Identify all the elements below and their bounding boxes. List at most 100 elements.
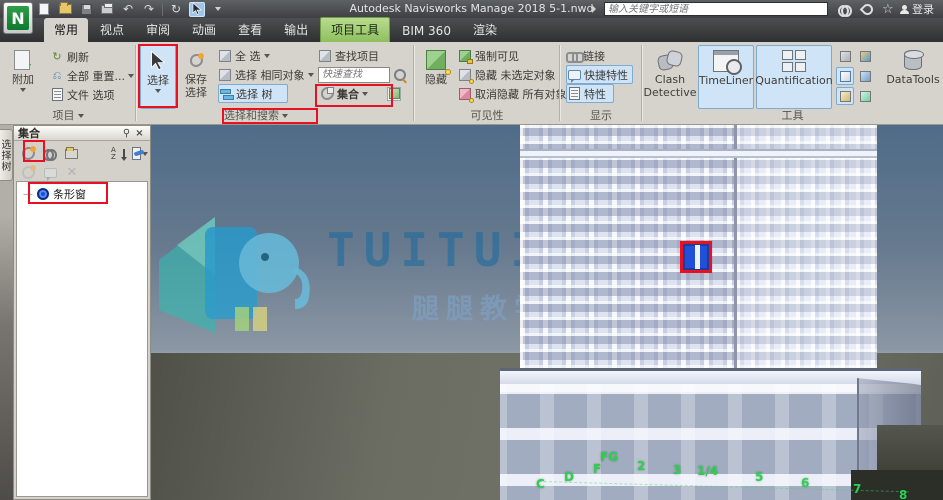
satellite-dish-icon	[860, 1, 876, 17]
navisworks-window: ↶ ↷ ↻ Autodesk Navisworks Manage 2018 5-…	[0, 0, 943, 500]
help-search-input[interactable]	[604, 2, 828, 16]
group-label-display[interactable]: 显示	[560, 107, 642, 123]
tab-review[interactable]: 审阅	[136, 18, 180, 42]
new-folder-button[interactable]: +	[64, 146, 80, 162]
group-label-select-search[interactable]: 选择和搜索	[196, 107, 316, 123]
tree-item-set[interactable]: — 条形窗	[17, 182, 147, 204]
save-selection-as-set-button[interactable]	[20, 146, 36, 162]
import-export-icon	[132, 147, 141, 160]
application-menu-button[interactable]: N	[3, 2, 33, 34]
tab-bim360[interactable]: BIM 360	[392, 21, 461, 42]
links-button[interactable]: 链接	[566, 46, 633, 65]
sets-dropdown-button[interactable]: 集合	[318, 84, 370, 103]
add-comment-button[interactable]	[42, 165, 58, 181]
ribbon-group-tools: Clash Detective TimeLiner Quantification	[642, 42, 943, 124]
caret-right-icon	[592, 5, 596, 13]
select-all-icon	[218, 49, 232, 63]
pin-icon[interactable]: ⚲	[120, 127, 133, 139]
quick-properties-button[interactable]: 快捷特性	[566, 65, 633, 84]
require-visible-button[interactable]: 强制可见	[458, 46, 576, 65]
selection-tree-side-tab[interactable]: 选择树	[0, 129, 13, 181]
animator-icon	[840, 51, 851, 62]
unhide-all-icon	[458, 87, 472, 101]
import-export-button[interactable]	[132, 146, 148, 162]
file-options-button[interactable]: 文件 选项	[50, 85, 134, 104]
quantification-button[interactable]: Quantification	[756, 45, 832, 109]
properties-button[interactable]: 特性	[566, 84, 614, 103]
search-button[interactable]	[838, 1, 852, 17]
communication-center-button[interactable]	[862, 1, 873, 17]
save-search-as-set-button[interactable]	[42, 146, 58, 162]
tab-view[interactable]: 查看	[228, 18, 272, 42]
append-button[interactable]: + 附加	[5, 45, 41, 109]
tab-animation[interactable]: 动画	[182, 18, 226, 42]
appearance-profiler-button[interactable]	[836, 67, 854, 85]
selected-window-element[interactable]	[680, 241, 712, 273]
group-label-project[interactable]: 项目	[0, 107, 136, 123]
duplicate-icon	[22, 166, 35, 179]
select-all-button[interactable]: 全 选	[218, 46, 314, 65]
find-items-icon	[318, 49, 332, 63]
manage-sets-button[interactable]	[387, 87, 401, 101]
quick-find-button[interactable]	[393, 68, 407, 82]
binoculars-icon	[838, 5, 852, 14]
quick-find-row	[318, 65, 407, 84]
building-tower-right-face[interactable]	[736, 125, 877, 375]
timeliner-button[interactable]: TimeLiner	[698, 45, 754, 109]
close-icon[interactable]: ×	[133, 127, 146, 139]
scripter-icon	[840, 91, 851, 102]
timeliner-icon	[713, 48, 739, 74]
ribbon-group-visibility: 隐藏 强制可见 隐藏 未选定对象 取消隐藏 所有对象 可见性	[414, 42, 560, 124]
append-icon: +	[10, 47, 36, 73]
reset-all-button[interactable]: ⎌ 全部 重置...	[50, 66, 134, 85]
hide-button[interactable]: 隐藏	[418, 45, 454, 109]
select-button[interactable]: 选择	[140, 45, 176, 109]
sets-panel-toolbar: + AZ ✕	[14, 141, 150, 184]
delete-set-button[interactable]: ✕	[64, 165, 80, 181]
quick-find-input[interactable]	[318, 67, 390, 83]
hide-unselected-button[interactable]: 隐藏 未选定对象	[458, 65, 576, 84]
set-label: 条形窗	[53, 186, 86, 202]
find-items-button[interactable]: 查找项目	[318, 46, 407, 65]
batch-utility-icon	[860, 71, 871, 82]
scripter-button[interactable]	[836, 87, 854, 105]
sets-panel-titlebar[interactable]: 集合 ⚲ ×	[14, 126, 150, 141]
batch-utility-button[interactable]	[856, 67, 874, 85]
selection-tree-icon	[219, 87, 233, 101]
sign-in-label: 登录	[912, 1, 934, 17]
selection-tree-button[interactable]: 选择 树	[218, 84, 288, 103]
search-expand-arrow[interactable]	[592, 1, 596, 17]
sort-button[interactable]: AZ	[110, 146, 126, 162]
hide-unselected-icon	[458, 68, 472, 82]
viewport-3d[interactable]: TUITUISOFT 腿腿教学网 C D F FG 2	[151, 125, 943, 500]
favorites-button[interactable]: ☆	[882, 1, 894, 17]
datatools-button[interactable]: DataTools	[886, 45, 940, 109]
tab-render[interactable]: 渲染	[463, 18, 507, 42]
comment-icon	[44, 168, 57, 178]
ribbon-tab-row: 常用 视点 审阅 动画 查看 输出 项目工具 BIM 360 渲染	[0, 18, 943, 42]
folder-plus-icon	[65, 149, 78, 159]
refresh-model-button[interactable]: ↻ 刷新	[50, 47, 134, 66]
compare-button[interactable]	[856, 47, 874, 65]
sign-in-button[interactable]: 登录	[900, 1, 934, 17]
grid-label: FG	[600, 450, 618, 464]
title-bar: ↶ ↷ ↻ Autodesk Navisworks Manage 2018 5-…	[0, 0, 943, 18]
tab-home[interactable]: 常用	[44, 18, 88, 42]
save-selection-button[interactable]: 保存 选择	[178, 45, 214, 109]
project-browser-button[interactable]	[856, 87, 874, 105]
tab-viewpoint[interactable]: 视点	[90, 18, 134, 42]
select-cursor-icon	[145, 48, 171, 74]
tab-item-tools[interactable]: 项目工具	[320, 17, 390, 42]
unhide-all-button[interactable]: 取消隐藏 所有对象	[458, 84, 576, 103]
duplicate-set-button[interactable]	[20, 165, 36, 181]
group-label-tools: 工具	[642, 107, 943, 123]
group-label-visibility[interactable]: 可见性	[414, 107, 560, 123]
file-options-icon	[50, 88, 64, 102]
animator-button[interactable]	[836, 47, 854, 65]
link-icon	[566, 49, 580, 63]
grid-label: 5	[755, 470, 763, 484]
select-same-button[interactable]: 选择 相同对象	[218, 65, 314, 84]
project-browser-icon	[860, 91, 871, 102]
tab-output[interactable]: 输出	[274, 18, 318, 42]
clash-detective-button[interactable]: Clash Detective	[646, 45, 694, 109]
